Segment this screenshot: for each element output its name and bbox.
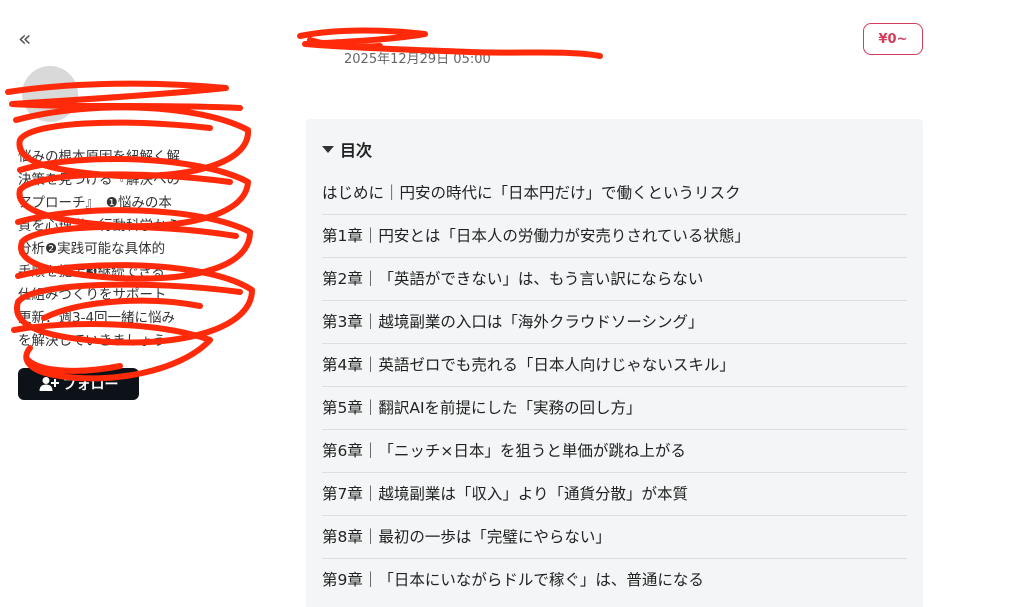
bio-line: を解決していきましょう (18, 333, 167, 349)
toc-toggle[interactable]: 目次 (322, 137, 372, 161)
bio-line: アプローチ』 ❶悩みの本 (18, 195, 172, 211)
collapse-sidebar-button[interactable]: « (18, 27, 44, 52)
toc-item[interactable]: 第1章｜円安とは「日本人の労働力が安売りされている状態」 (322, 215, 907, 258)
post-date: 2025年12月29日 05:00 (344, 52, 491, 67)
toc-item[interactable]: 第6章｜「ニッチ×日本」を狙うと単価が跳ね上がる (322, 430, 907, 473)
post-meta: 2025年12月29日 05:00 (300, 24, 620, 68)
bio-line: 手順を提示❸継続できる (18, 264, 165, 280)
avatar[interactable] (22, 66, 78, 122)
author-bio: 悩みの根本原因を紐解く解 決策を見つける『解決への アプローチ』 ❶悩みの本 質… (18, 146, 214, 353)
toc-item[interactable]: 第3章｜越境副業の入口は「海外クラウドソーシング」 (322, 301, 907, 344)
bio-line: 悩みの根本原因を紐解く解 (18, 149, 180, 165)
bio-line: 仕組みづくりをサポート (18, 287, 167, 303)
toc-item[interactable]: 第4章｜英語ゼロでも売れる「日本人向けじゃないスキル」 (322, 344, 907, 387)
double-chevron-left-icon: « (18, 27, 32, 52)
follow-button[interactable]: フォロー (18, 368, 139, 400)
toc-item[interactable]: 第5章｜翻訳AIを前提にした「実務の回し方」 (322, 387, 907, 430)
toc-item[interactable]: はじめに｜円安の時代に「日本円だけ」で働くというリスク (322, 172, 907, 215)
toc-title: 目次 (340, 141, 373, 160)
table-of-contents: 目次 はじめに｜円安の時代に「日本円だけ」で働くというリスク 第1章｜円安とは「… (306, 119, 923, 607)
toc-item[interactable]: 第2章｜「英語ができない」は、もう言い訳にならない (322, 258, 907, 301)
toc-item[interactable]: 第7章｜越境副業は「収入」より「通貨分散」が本質 (322, 473, 907, 516)
follow-label: フォロー (62, 377, 119, 393)
toc-item[interactable]: 第8章｜最初の一歩は「完璧にやらない」 (322, 516, 907, 559)
bio-line: 分析❷実践可能な具体的 (18, 241, 166, 257)
toc-item[interactable]: 第9章｜「日本にいながらドルで稼ぐ」は、普通になる (322, 559, 907, 602)
price-button[interactable]: ¥0~ (863, 23, 923, 55)
bio-line: 質を心理学・行動科学から (18, 218, 180, 234)
bio-line: 決策を見つける『解決への (18, 172, 180, 188)
user-plus-icon (39, 376, 59, 392)
bio-line: 更新：週3-4回一緒に悩み (18, 310, 176, 326)
toc-list: はじめに｜円安の時代に「日本円だけ」で働くというリスク 第1章｜円安とは「日本人… (322, 172, 907, 602)
caret-down-icon (322, 145, 334, 153)
